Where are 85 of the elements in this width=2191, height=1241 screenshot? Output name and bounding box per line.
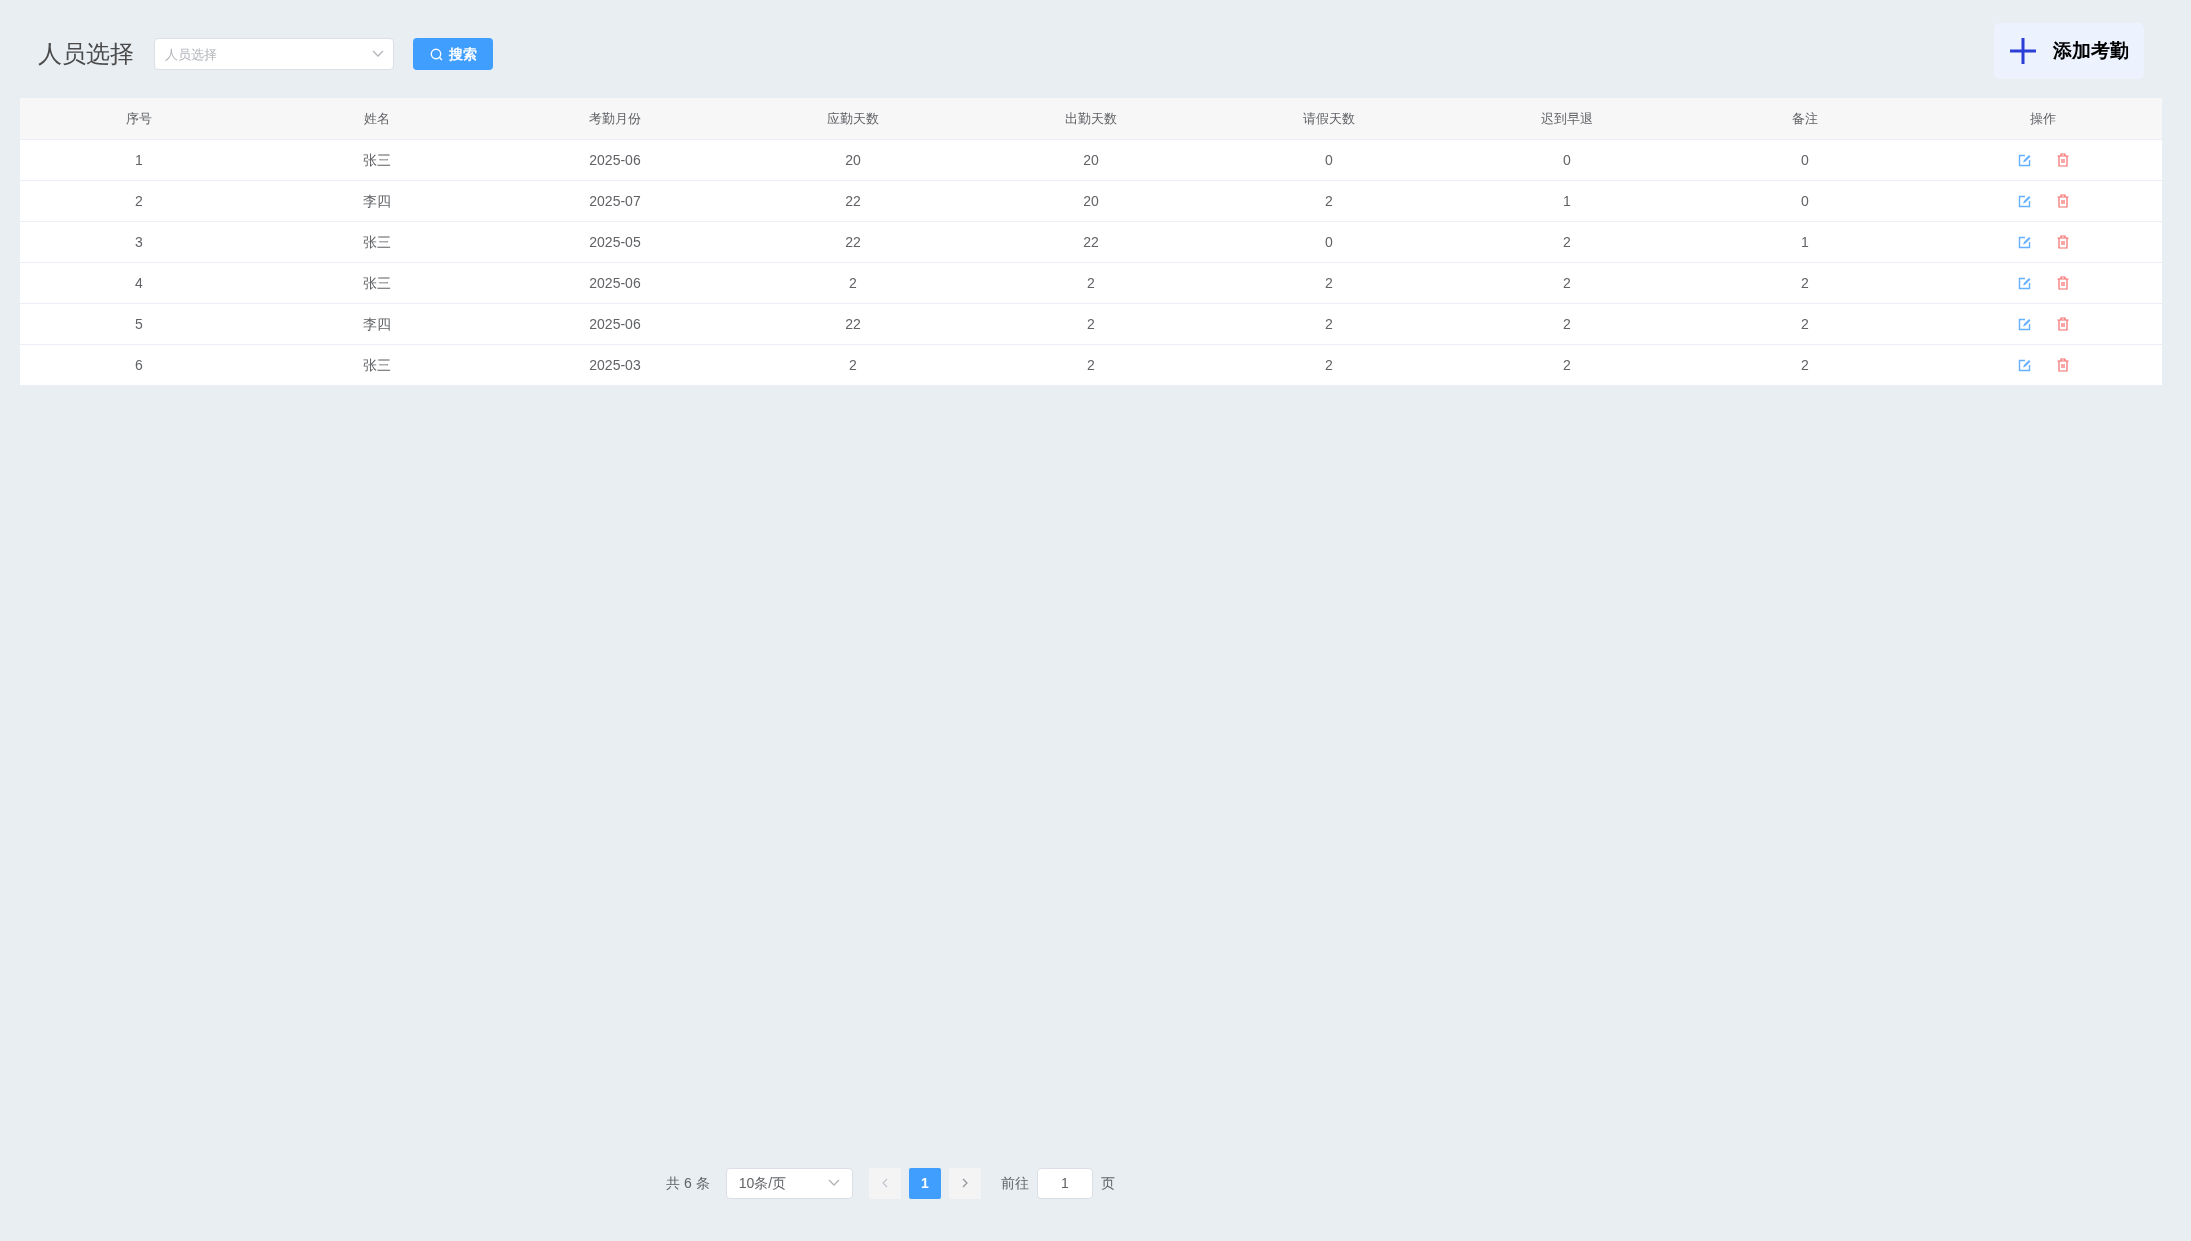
table-cell-text: 0 — [1325, 232, 1333, 252]
table-cell-text: 2 — [1087, 314, 1095, 334]
delete-icon[interactable] — [2056, 317, 2069, 331]
table-cell-text: 2 — [135, 191, 143, 211]
table-cell-text: 2 — [1563, 273, 1571, 293]
column-header: 操作 — [2030, 109, 2056, 128]
chevron-left-icon — [881, 1178, 888, 1188]
table-cell-text: 张三 — [363, 150, 391, 170]
column-header: 姓名 — [364, 109, 390, 128]
table-cell-text: 6 — [135, 355, 143, 375]
table-cell-text: 1 — [1563, 191, 1571, 211]
table-cell-text: 2025-05 — [589, 232, 641, 252]
table-cell-text: 2 — [1563, 232, 1571, 252]
edit-icon[interactable] — [2017, 358, 2031, 372]
person-select[interactable]: 人员选择 — [154, 38, 394, 70]
table-cell-text: 2 — [1087, 273, 1095, 293]
table-cell-text: 张三 — [363, 355, 391, 375]
chevron-right-icon — [961, 1178, 968, 1188]
table-cell-text: 2 — [1325, 273, 1333, 293]
table-cell-text: 20 — [1083, 150, 1099, 170]
column-header: 迟到早退 — [1541, 109, 1593, 128]
column-header: 考勤月份 — [589, 109, 641, 128]
chevron-down-icon — [372, 50, 384, 58]
table-cell-text: 0 — [1801, 150, 1809, 170]
table-cell-text: 5 — [135, 314, 143, 334]
table-cell-text: 0 — [1563, 150, 1571, 170]
table-cell-text: 2 — [849, 273, 857, 293]
delete-icon[interactable] — [2056, 194, 2069, 208]
table-cell-text: 李四 — [363, 314, 391, 334]
column-header: 序号 — [126, 109, 152, 128]
table-cell-text: 2 — [1325, 191, 1333, 211]
edit-icon[interactable] — [2017, 317, 2031, 331]
table-cell-text: 20 — [1083, 191, 1099, 211]
table-cell-text: 22 — [1083, 232, 1099, 252]
table-cell-text: 1 — [1801, 232, 1809, 252]
column-header: 应勤天数 — [827, 109, 879, 128]
page-title: 人员选择 — [38, 39, 134, 69]
next-page-button[interactable] — [948, 1167, 981, 1199]
table-cell-text: 2 — [1801, 355, 1809, 375]
total-count: 共 6 条 — [666, 1173, 710, 1193]
column-header: 出勤天数 — [1065, 109, 1117, 128]
table-cell-text: 2025-03 — [589, 355, 641, 375]
page-suffix: 页 — [1100, 1173, 1115, 1193]
edit-icon[interactable] — [2017, 235, 2031, 249]
delete-icon[interactable] — [2056, 235, 2069, 249]
table-cell-text: 1 — [135, 150, 143, 170]
table-cell-text: 3 — [135, 232, 143, 252]
edit-icon[interactable] — [2017, 194, 2031, 208]
table-cell-text: 2 — [1801, 314, 1809, 334]
table-cell-text: 张三 — [363, 232, 391, 252]
table-cell-text: 李四 — [363, 191, 391, 211]
table-cell-text: 0 — [1801, 191, 1809, 211]
chevron-down-icon — [827, 1179, 840, 1187]
table-cell-text: 2 — [1563, 355, 1571, 375]
table-cell-text: 22 — [845, 191, 861, 211]
plus-icon — [2009, 37, 2037, 65]
delete-icon[interactable] — [2056, 276, 2069, 290]
table-cell-text: 2025-06 — [589, 314, 641, 334]
delete-icon[interactable] — [2056, 358, 2069, 372]
table-cell-text: 22 — [845, 232, 861, 252]
table-cell-text: 2 — [1325, 355, 1333, 375]
table-cell-text: 2025-06 — [589, 150, 641, 170]
delete-icon[interactable] — [2056, 153, 2069, 167]
table-cell-text: 2 — [1087, 355, 1095, 375]
add-attendance-button[interactable]: 添加考勤 — [1994, 23, 2144, 79]
table-cell-text: 2025-06 — [589, 273, 641, 293]
table-cell-text: 20 — [845, 150, 861, 170]
table-cell-text: 2 — [1563, 314, 1571, 334]
table-cell-text: 0 — [1325, 150, 1333, 170]
table-cell-text: 2 — [1325, 314, 1333, 334]
table-cell-text: 22 — [845, 314, 861, 334]
goto-label: 前往 — [1000, 1173, 1029, 1193]
previous-page-button[interactable] — [868, 1167, 901, 1199]
table-cell-text: 4 — [135, 273, 143, 293]
table-cell-text: 张三 — [363, 273, 391, 293]
table-cell-text: 2 — [1801, 273, 1809, 293]
table-cell-text: 2025-07 — [589, 191, 641, 211]
search-icon — [429, 47, 443, 61]
column-header: 备注 — [1792, 109, 1818, 128]
edit-icon[interactable] — [2017, 276, 2031, 290]
page-size-select[interactable]: 10条/页 — [725, 1167, 853, 1199]
page-number-field[interactable]: 1 — [1036, 1167, 1093, 1199]
edit-icon[interactable] — [2017, 153, 2031, 167]
table-cell-text: 2 — [849, 355, 857, 375]
column-header: 请假天数 — [1303, 109, 1355, 128]
